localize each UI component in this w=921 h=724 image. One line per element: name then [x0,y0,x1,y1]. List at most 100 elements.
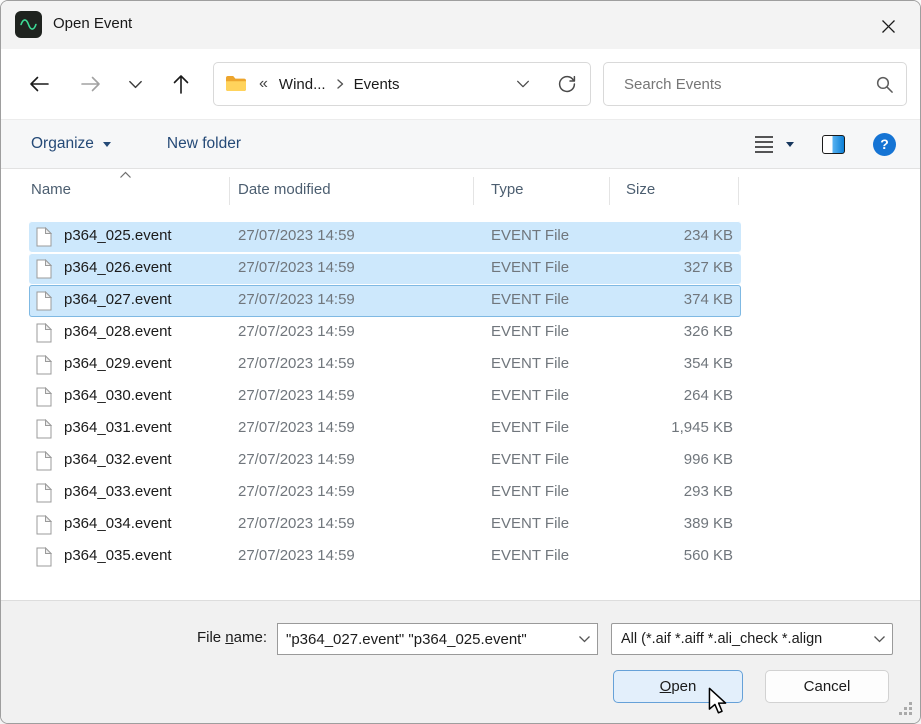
open-button[interactable]: Open [613,670,743,703]
file-row[interactable]: p364_026.event 27/07/2023 14:59 EVENT Fi… [29,253,741,285]
file-name-combo [277,623,598,655]
file-name-cell: p364_026.event [64,259,172,276]
date-modified-cell: 27/07/2023 14:59 [238,483,355,500]
cancel-button[interactable]: Cancel [765,670,889,703]
column-header-row: Name Date modified Type Size [1,169,920,213]
back-button[interactable] [24,69,54,99]
breadcrumb-overflow[interactable]: « [259,75,268,93]
file-type-select[interactable]: All (*.aif *.aiff *.ali_check *.align [611,623,893,655]
back-arrow-icon [27,72,51,96]
type-cell: EVENT File [491,451,569,468]
chevron-down-icon [873,635,886,644]
preview-pane-icon [822,135,845,154]
file-icon [36,515,52,539]
type-cell: EVENT File [491,419,569,436]
file-name-cell: p364_027.event [64,291,172,308]
type-cell: EVENT File [491,515,569,532]
address-bar[interactable]: « Wind... Events [213,62,591,106]
date-modified-cell: 27/07/2023 14:59 [238,259,355,276]
file-list: p364_025.event 27/07/2023 14:59 EVENT Fi… [1,214,920,602]
column-header-date-modified[interactable]: Date modified [238,181,331,198]
window-title: Open Event [53,15,132,32]
date-modified-cell: 27/07/2023 14:59 [238,515,355,532]
file-name-cell: p364_033.event [64,483,172,500]
forward-button[interactable] [76,69,106,99]
type-cell: EVENT File [491,291,569,308]
refresh-button[interactable] [552,69,582,99]
organize-button[interactable]: Organize [31,135,111,153]
file-icon [36,483,52,507]
column-header-size[interactable]: Size [626,181,655,198]
file-row[interactable]: p364_031.event 27/07/2023 14:59 EVENT Fi… [29,413,741,445]
file-icon [36,227,52,251]
file-row[interactable]: p364_030.event 27/07/2023 14:59 EVENT Fi… [29,381,741,413]
file-name-dropdown-button[interactable] [571,624,597,654]
file-name-cell: p364_035.event [64,547,172,564]
open-event-dialog: Open Event « Wind... [0,0,921,724]
sort-ascending-icon [119,171,132,179]
file-row[interactable]: p364_034.event 27/07/2023 14:59 EVENT Fi… [29,509,741,541]
recent-locations-button[interactable] [120,69,150,99]
app-icon [15,11,42,38]
search-input[interactable] [622,75,875,94]
size-cell: 234 KB [684,227,733,244]
size-cell: 326 KB [684,323,733,340]
view-mode-button[interactable] [752,129,776,159]
file-row[interactable]: p364_033.event 27/07/2023 14:59 EVENT Fi… [29,477,741,509]
chevron-down-icon [103,142,111,147]
column-divider[interactable] [229,177,230,205]
breadcrumb-item-parent[interactable]: Wind... [277,76,328,93]
new-folder-button[interactable]: New folder [167,135,241,153]
file-type-dropdown-button[interactable] [866,624,892,654]
folder-icon [225,75,247,93]
chevron-down-icon [127,76,144,93]
help-icon: ? [873,133,896,156]
date-modified-cell: 27/07/2023 14:59 [238,323,355,340]
search-box [603,62,907,106]
file-name-input[interactable] [278,631,571,648]
type-cell: EVENT File [491,355,569,372]
type-cell: EVENT File [491,323,569,340]
chevron-down-icon [578,635,591,644]
size-cell: 327 KB [684,259,733,276]
organize-label: Organize [31,135,94,153]
file-row[interactable]: p364_035.event 27/07/2023 14:59 EVENT Fi… [29,541,741,573]
file-icon [36,419,52,443]
column-header-type[interactable]: Type [491,181,524,198]
help-button[interactable]: ? [873,129,896,159]
file-row[interactable]: p364_029.event 27/07/2023 14:59 EVENT Fi… [29,349,741,381]
column-header-name[interactable]: Name [31,181,71,198]
size-cell: 264 KB [684,387,733,404]
date-modified-cell: 27/07/2023 14:59 [238,387,355,404]
forward-arrow-icon [79,72,103,96]
file-name-cell: p364_029.event [64,355,172,372]
file-row[interactable]: p364_027.event 27/07/2023 14:59 EVENT Fi… [29,285,741,317]
file-row[interactable]: p364_032.event 27/07/2023 14:59 EVENT Fi… [29,445,741,477]
file-name-cell: p364_032.event [64,451,172,468]
file-row[interactable]: p364_028.event 27/07/2023 14:59 EVENT Fi… [29,317,741,349]
resize-grip[interactable] [899,702,913,716]
breadcrumb-item-current[interactable]: Events [352,76,402,93]
file-icon [36,323,52,347]
title-bar: Open Event [1,1,920,49]
file-row[interactable]: p364_025.event 27/07/2023 14:59 EVENT Fi… [29,221,741,253]
type-cell: EVENT File [491,483,569,500]
address-dropdown-button[interactable] [508,69,538,99]
search-icon [875,75,894,94]
size-cell: 560 KB [684,547,733,564]
column-divider[interactable] [473,177,474,205]
column-divider[interactable] [738,177,739,205]
dialog-footer: File name: All (*.aif *.aiff *.ali_check… [1,600,920,723]
column-divider[interactable] [609,177,610,205]
file-icon [36,387,52,411]
file-name-cell: p364_025.event [64,227,172,244]
close-icon [881,19,896,34]
view-dropdown-button[interactable] [786,129,794,159]
up-button[interactable] [166,69,196,99]
size-cell: 354 KB [684,355,733,372]
file-name-cell: p364_028.event [64,323,172,340]
preview-pane-button[interactable] [822,129,845,159]
chevron-down-icon [515,76,531,92]
close-button[interactable] [866,8,910,44]
date-modified-cell: 27/07/2023 14:59 [238,547,355,564]
